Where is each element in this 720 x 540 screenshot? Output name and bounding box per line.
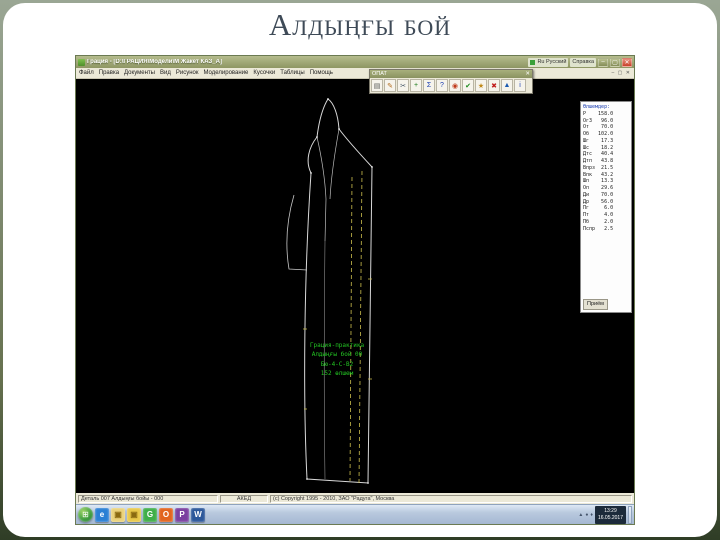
panel-apply-button[interactable]: Приём	[583, 299, 608, 310]
menu-item[interactable]: Рисунок	[176, 70, 199, 76]
minimize-button[interactable]: –	[598, 57, 608, 67]
menu-item[interactable]: Документы	[124, 70, 155, 76]
tool-palette: ОПАТ ✕ ▤ ✎ ✂ + Σ? ◉ ✔ ★ ✖ ▲ i	[369, 69, 533, 94]
palette-icon[interactable]: ✔	[462, 79, 474, 92]
parameter-line: Шг 17.3	[583, 137, 614, 144]
pattern-side-piece	[286, 194, 308, 271]
palette-icon[interactable]: +	[410, 79, 422, 92]
taskbar-icons: e ▣ ▣ G O P W	[95, 507, 576, 522]
parameter-line: Пг 6.0	[583, 205, 614, 212]
show-desktop-button[interactable]	[628, 505, 632, 524]
palette-close-button[interactable]: ✕	[525, 71, 530, 77]
palette-icon[interactable]: ?	[436, 79, 448, 92]
pattern-outline	[304, 98, 373, 484]
system-tray: ▲ ● ♦ 13:29 16.05.2017	[578, 505, 632, 524]
pattern-label-line: Алдыңғы бой 00	[311, 351, 363, 359]
parameter-line: Ог3 96.0	[583, 117, 614, 124]
taskbar-icon[interactable]: e	[95, 507, 109, 522]
palette-icon-row: ▤ ✎ ✂ + Σ? ◉ ✔ ★ ✖ ▲ i	[370, 78, 532, 93]
menu-item[interactable]: Вид	[160, 70, 171, 76]
tray-date: 16.05.2017	[597, 514, 623, 521]
window-titlebar: Грация - [D:\ГРАЦИЯ\Модели\М Жакет КАЗ_А…	[76, 56, 634, 68]
parameter-line: Впрз 21.5	[583, 164, 614, 171]
parameter-line: Дтс 40.4	[583, 151, 614, 158]
parameter-line: Өлшемдер:	[583, 104, 611, 110]
help-button[interactable]: Справка	[570, 57, 596, 67]
tray-icon[interactable]: ♦	[590, 512, 593, 518]
parameter-line: Оп 29.6	[583, 185, 614, 191]
language-icon	[530, 59, 536, 65]
start-button[interactable]: ⊞	[78, 507, 93, 522]
pattern-label-line: Бю-4-С-В2	[320, 360, 354, 368]
pattern-label-line: 152 өлшем	[320, 369, 354, 377]
taskbar-icon[interactable]: ▣	[127, 507, 141, 522]
parameter-line: Пб 2.0	[583, 218, 614, 225]
parameter-line: Об 102.0	[583, 131, 614, 137]
parameter-line: Др 56.0	[583, 198, 614, 205]
menu-item[interactable]: Таблицы	[280, 70, 305, 76]
menu-item[interactable]: Кусочки	[253, 70, 275, 76]
pattern-dart-lines	[316, 128, 340, 242]
palette-icon[interactable]: ✖	[488, 79, 500, 92]
taskbar-icon[interactable]: P	[175, 507, 189, 522]
parameters-panel: Өлшемдер: Р 158.0 Ог3 96.0 От 70.0 Об 102.0 Ш…	[580, 101, 632, 313]
taskbar-icon[interactable]: W	[191, 507, 205, 522]
menu-bar: Файл Правка Документы Вид Рисунок Моделирован…	[76, 68, 634, 79]
maximize-button[interactable]: ▢	[610, 57, 620, 67]
pattern-grain-lines	[349, 170, 363, 484]
parameter-line: Ди 70.0	[583, 191, 614, 198]
app-screenshot: Грация - [D:\ГРАЦИЯ\Модели\М Жакет КАЗ_А…	[75, 55, 635, 525]
parameter-line: Р 158.0	[583, 110, 614, 117]
status-copyright: (c) Copyright 1995 - 2010, ЗАО "Радуга",…	[270, 494, 632, 503]
parameter-line: Шс 18.2	[583, 144, 614, 151]
drawing-canvas[interactable]: Грация-практика Алдыңғы бой 00 Бю-4-С-В2 15…	[76, 79, 634, 493]
palette-icon[interactable]: ▲	[501, 79, 513, 92]
language-label: Ru Русский	[537, 59, 567, 65]
palette-icon[interactable]: ✎	[384, 79, 396, 92]
palette-icon[interactable]: ▤	[371, 79, 383, 92]
taskbar: ⊞ e ▣ ▣ G O P W ▲ ● ♦ 13:29 16.05.2017	[76, 504, 634, 524]
palette-icon[interactable]: ✂	[397, 79, 409, 92]
parameter-line: Пспр 2.5	[583, 225, 614, 232]
pattern-drawing	[286, 98, 373, 484]
pattern-label: Грация-практика Алдыңғы бой 00 Бю-4-С-В2 15…	[301, 341, 373, 378]
tray-icon[interactable]: ▲	[578, 512, 583, 518]
taskbar-icon[interactable]: ▣	[111, 507, 125, 522]
clock[interactable]: 13:29 16.05.2017	[594, 505, 626, 524]
status-bar: Деталь 007 Алдыңғы бойы - 000 АКЕД (c) C…	[76, 493, 634, 504]
parameter-line: От 70.0	[583, 124, 614, 131]
parameter-lines: Өлшемдер: Р 158.0 Ог3 96.0 От 70.0 Об 102.0 Ш…	[583, 104, 629, 232]
menu-item[interactable]: Файл	[79, 70, 94, 76]
status-detail: Деталь 007 Алдыңғы бойы - 000	[78, 494, 218, 503]
presentation-slide: Алдыңғы бой Грация - [D:\ГРАЦИЯ\Модели\М…	[3, 3, 717, 537]
taskbar-icon[interactable]: O	[159, 507, 173, 522]
menu-item[interactable]: Моделирование	[203, 70, 248, 76]
close-button[interactable]: ✕	[622, 57, 632, 67]
tray-icon[interactable]: ●	[585, 512, 588, 518]
menu-item[interactable]: Правка	[99, 70, 119, 76]
parameter-line: Дтп 43.8	[583, 158, 614, 164]
language-bar[interactable]: Ru Русский	[528, 57, 569, 67]
palette-icon[interactable]: ★	[475, 79, 487, 92]
pattern-points	[306, 98, 373, 484]
parameter-line: Пт 4.0	[583, 212, 614, 218]
palette-icon[interactable]: i	[514, 79, 526, 92]
app-icon	[78, 58, 85, 66]
parameter-line: Шп 13.3	[583, 178, 614, 185]
mdi-child-buttons[interactable]: – ▢ ✕	[612, 70, 631, 76]
slide-title: Алдыңғы бой	[268, 7, 452, 42]
palette-title-label: ОПАТ	[372, 71, 387, 77]
parameter-line: Впк 43.2	[583, 171, 614, 178]
pattern-label-line: Грация-практика	[309, 342, 365, 349]
taskbar-icon[interactable]: G	[143, 507, 157, 522]
tray-icons: ▲ ● ♦	[578, 512, 593, 518]
palette-titlebar: ОПАТ ✕	[370, 70, 532, 78]
palette-icon[interactable]: ◉	[449, 79, 461, 92]
menu-item[interactable]: Помощь	[310, 70, 333, 76]
status-mode: АКЕД	[220, 494, 268, 503]
palette-icon[interactable]: Σ	[423, 79, 435, 92]
window-title: Грация - [D:\ГРАЦИЯ\Модели\М Жакет КАЗ_А…	[87, 59, 222, 65]
